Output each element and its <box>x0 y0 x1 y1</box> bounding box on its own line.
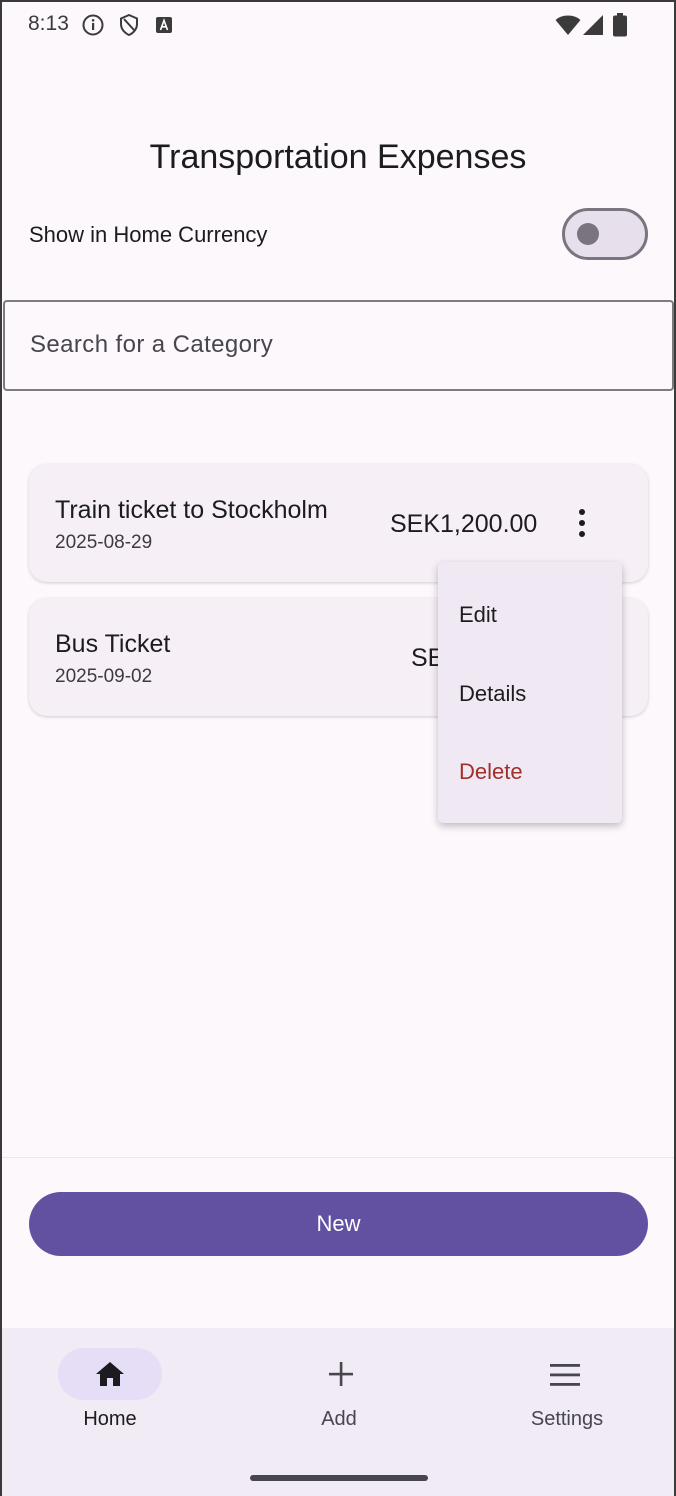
context-menu: Edit Details Delete <box>438 562 622 823</box>
wifi-icon <box>555 14 581 41</box>
divider <box>2 1157 674 1158</box>
gesture-bar[interactable] <box>250 1475 428 1481</box>
nav-label-add: Add <box>321 1408 357 1430</box>
font-icon <box>156 17 172 38</box>
expense-amount: SEK1,200.00 <box>390 510 538 538</box>
screen: 8:13 Transportation Expenses Show in Hom… <box>0 0 676 1496</box>
search-input[interactable]: Search for a Category <box>3 300 674 391</box>
battery-icon <box>613 13 627 42</box>
home-currency-label: Show in Home Currency <box>29 222 268 247</box>
new-button[interactable]: New <box>29 1192 648 1256</box>
switch-knob <box>577 223 599 245</box>
page-title: Transportation Expenses <box>149 138 527 176</box>
status-time: 8:13 <box>28 12 69 35</box>
info-icon <box>82 14 104 41</box>
signal-icon <box>582 14 604 41</box>
expense-date: 2025-08-29 <box>55 532 153 553</box>
menu-icon <box>549 1363 581 1391</box>
menu-item-delete[interactable]: Delete <box>459 759 523 785</box>
home-icon <box>94 1360 126 1388</box>
nav-label-settings: Settings <box>530 1408 604 1430</box>
expense-date: 2025-09-02 <box>55 666 153 687</box>
nav-label-home: Home <box>83 1408 137 1430</box>
home-currency-switch[interactable] <box>562 208 648 260</box>
status-bar: 8:13 <box>2 2 674 50</box>
more-options-icon[interactable] <box>569 506 595 540</box>
menu-item-edit[interactable]: Edit <box>459 602 497 628</box>
shield-icon <box>119 13 139 41</box>
bottom-nav: Home Add Settings <box>2 1328 674 1496</box>
plus-icon <box>325 1360 357 1388</box>
search-placeholder: Search for a Category <box>30 331 274 358</box>
menu-item-details[interactable]: Details <box>459 681 526 707</box>
expense-title: Bus Ticket <box>55 630 171 658</box>
expense-title: Train ticket to Stockholm <box>55 496 328 524</box>
